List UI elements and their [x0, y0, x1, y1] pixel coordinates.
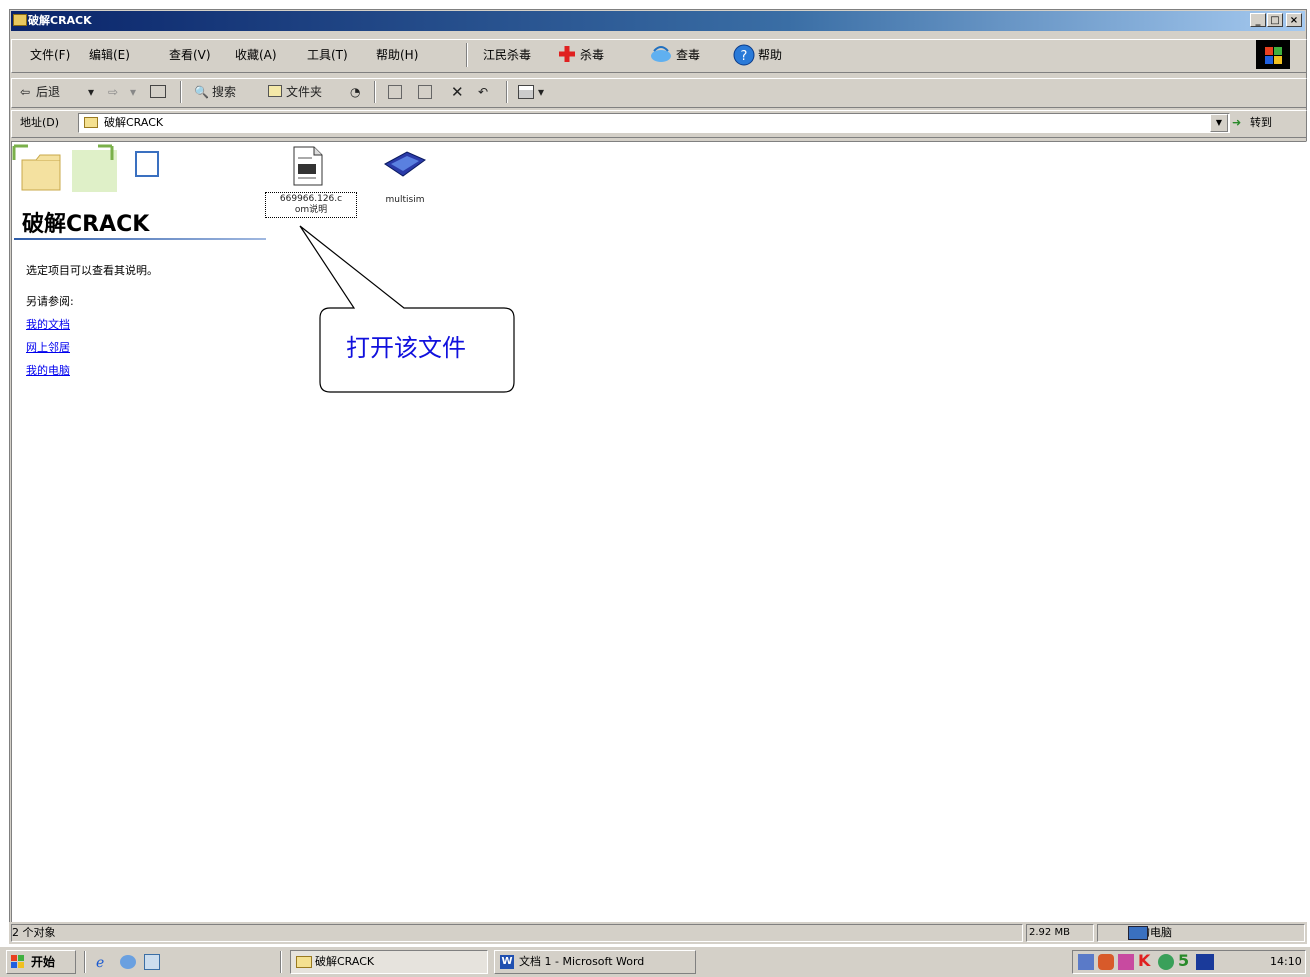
menu-file[interactable]: 文件(F) — [30, 45, 70, 65]
ie-icon[interactable]: ℯ — [96, 955, 104, 971]
folder-view — [11, 141, 1307, 923]
delete-icon[interactable]: ✕ — [451, 82, 464, 102]
antivirus-icon — [558, 45, 576, 63]
go-button[interactable]: 转到 — [1250, 114, 1272, 132]
panel-title: 破解CRACK — [22, 212, 150, 237]
search-button[interactable]: 搜索 — [212, 82, 236, 102]
copy-to-icon[interactable] — [418, 85, 432, 99]
forward-button[interactable]: ⇨ — [108, 82, 118, 102]
file-name-line1: 669966.126.c — [279, 194, 343, 204]
task-explorer-crack[interactable]: 破解CRACK — [290, 950, 488, 974]
file-item-txt[interactable]: 669966.126.c om说明 — [265, 192, 357, 218]
callout-bubble — [296, 222, 518, 398]
link-my-documents[interactable]: 我的文档 — [26, 316, 70, 332]
forward-dropdown[interactable]: ▾ — [130, 82, 136, 102]
scan-icon — [650, 45, 672, 63]
status-size: 2.92 MB — [1026, 924, 1094, 942]
address-label: 地址(D) — [20, 116, 60, 129]
search-icon: 🔍 — [194, 85, 209, 99]
undo-icon[interactable]: ↶ — [478, 82, 488, 102]
panel-divider — [14, 238, 266, 240]
address-value: 破解CRACK — [104, 116, 164, 129]
move-to-icon[interactable] — [388, 85, 402, 99]
computer-icon — [1128, 926, 1148, 940]
back-arrow-icon: ⇦ — [20, 85, 31, 99]
window-title: 破解CRACK — [28, 14, 92, 27]
status-object-count: 2 个对象 — [11, 924, 1023, 942]
help-icon: ? — [733, 44, 755, 66]
toolbar-separator — [506, 81, 508, 103]
history-icon[interactable]: ◔ — [350, 82, 360, 102]
jiangmin-antivirus-button[interactable]: 江民杀毒 — [483, 44, 531, 66]
go-arrow-icon: ➜ — [1232, 116, 1242, 129]
back-button[interactable]: 后退 — [36, 82, 60, 102]
folder-icon — [13, 14, 27, 26]
folder-icon — [84, 117, 98, 128]
minimize-button[interactable]: _ — [1250, 13, 1266, 27]
svg-text:?: ? — [741, 49, 748, 64]
windows-logo-icon — [1256, 40, 1290, 69]
maximize-button[interactable]: □ — [1267, 13, 1283, 27]
menu-view[interactable]: 查看(V) — [169, 45, 211, 65]
folder-banner-graphic — [12, 142, 172, 204]
file-item-multisim[interactable]: multisim — [360, 195, 450, 206]
taskbar-separator — [280, 951, 282, 973]
panel-description: 选定项目可以查看其说明。 — [26, 264, 158, 277]
file-name-line2: om说明 — [294, 205, 328, 215]
folder-icon — [296, 956, 312, 968]
address-input[interactable] — [78, 113, 1230, 133]
task-word-document[interactable]: 文档 1 - Microsoft Word — [494, 950, 696, 974]
title-bar[interactable] — [11, 11, 1305, 31]
tray-antivirus-icon[interactable] — [1098, 954, 1114, 970]
close-button[interactable]: × — [1286, 13, 1302, 27]
see-also-label: 另请参阅: — [26, 295, 74, 308]
views-dropdown[interactable]: ▾ — [538, 82, 544, 102]
up-folder-icon[interactable] — [150, 85, 166, 98]
menu-edit[interactable]: 编辑(E) — [89, 45, 130, 65]
menu-favorites[interactable]: 收藏(A) — [235, 45, 277, 65]
callout-text: 打开该文件 — [346, 334, 466, 362]
clock: 14:10 — [1270, 955, 1302, 968]
tray-app-icon[interactable] — [1118, 954, 1134, 970]
menu-help[interactable]: 帮助(H) — [376, 45, 418, 65]
menu-separator — [466, 43, 468, 67]
taskbar-separator — [84, 951, 86, 973]
link-my-computer[interactable]: 我的电脑 — [26, 362, 70, 378]
tray-green-icon[interactable] — [1158, 954, 1174, 970]
multisim-app-icon[interactable] — [383, 150, 427, 180]
link-network-places[interactable]: 网上邻居 — [26, 339, 70, 355]
tray-monitor-icon[interactable] — [1196, 954, 1214, 970]
outlook-icon[interactable] — [120, 955, 136, 969]
back-dropdown[interactable]: ▾ — [88, 82, 94, 102]
show-desktop-icon[interactable] — [144, 954, 160, 970]
help-button[interactable]: 帮助 — [758, 44, 782, 66]
document-icon[interactable] — [290, 146, 324, 186]
tray-ime-icon[interactable]: 5 — [1178, 951, 1189, 970]
windows-flag-icon — [10, 954, 26, 970]
address-dropdown-button[interactable]: ▼ — [1210, 114, 1228, 132]
tray-k-icon[interactable]: K — [1138, 951, 1150, 970]
tray-network-icon[interactable] — [1078, 954, 1094, 970]
scan-kill-button[interactable]: 杀毒 — [580, 44, 604, 66]
word-icon: W — [500, 955, 514, 969]
folders-button[interactable]: 文件夹 — [286, 82, 322, 102]
toolbar-separator — [374, 81, 376, 103]
scan-check-button[interactable]: 查毒 — [676, 44, 700, 66]
toolbar-separator — [180, 81, 182, 103]
folders-icon — [268, 85, 282, 97]
views-icon[interactable] — [518, 85, 534, 99]
menu-tools[interactable]: 工具(T) — [307, 45, 348, 65]
